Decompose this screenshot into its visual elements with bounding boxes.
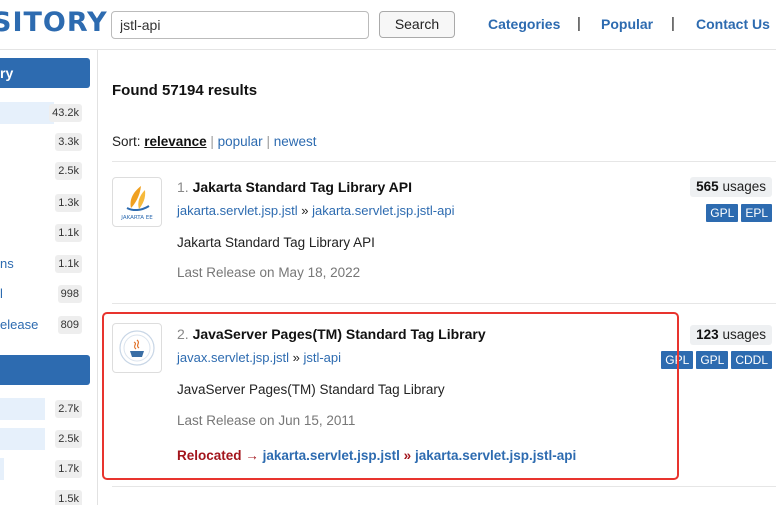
result-last-release: Last Release on Jun 15, 2011	[177, 413, 356, 428]
group-id-link[interactable]: jakarta.servlet.jsp.jstl	[177, 203, 298, 218]
sidebar-item[interactable]: elease 809	[0, 314, 90, 336]
results-count-heading: Found 57194 results	[112, 82, 258, 99]
license-badge[interactable]: GPL	[661, 351, 694, 369]
nav-contact-us[interactable]: Contact Us	[696, 16, 770, 32]
sidebar-item-bar	[0, 102, 54, 124]
nav-popular[interactable]: Popular	[601, 16, 653, 32]
sidebar-item-count: 2.5k	[55, 430, 82, 448]
result-item: JAKARTA EE 1. Jakarta Standard Tag Libra…	[112, 161, 776, 303]
license-badge[interactable]: EPL	[741, 204, 772, 222]
relocated-artifact-link[interactable]: jakarta.servlet.jsp.jstl-api	[415, 448, 576, 463]
logo-text: JAKARTA EE	[120, 215, 153, 221]
relocated-group-link[interactable]: jakarta.servlet.jsp.jstl	[263, 448, 400, 463]
relocated-notice: Relocated → jakarta.servlet.jsp.jstl » j…	[177, 448, 576, 463]
sidebar-item[interactable]: 2.5k	[0, 428, 90, 450]
sidebar-item-count: 2.5k	[55, 162, 82, 180]
sidebar-item-label: l	[0, 286, 3, 301]
divider	[112, 486, 776, 487]
sort-separator: |	[266, 134, 270, 149]
sort-options: Sort: relevance | popular | newest	[112, 134, 317, 149]
nav-separator: |	[577, 15, 581, 32]
sidebar-item-count: 1.7k	[55, 460, 82, 478]
relocated-label: Relocated	[177, 448, 242, 463]
sidebar-item[interactable]: 2.5k	[0, 160, 90, 182]
sidebar-item[interactable]: 3.3k	[0, 131, 90, 153]
license-badge[interactable]: GPL	[706, 204, 739, 222]
sort-relevance[interactable]: relevance	[144, 134, 206, 149]
sidebar-item-count: 2.7k	[55, 400, 82, 418]
result-coordinates: jakarta.servlet.jsp.jstl » jakarta.servl…	[177, 203, 454, 218]
usages-word: usages	[722, 327, 766, 342]
sidebar-item-count: 1.3k	[55, 194, 82, 212]
search-button[interactable]: Search	[379, 11, 455, 38]
sidebar: ry 43.2k 3.3k 2.5k 1.3k 1.1k ns 1.1k l 9…	[0, 50, 98, 505]
java-community-logo-icon[interactable]	[112, 323, 162, 373]
license-badge[interactable]: CDDL	[731, 351, 772, 369]
license-badge[interactable]: GPL	[696, 351, 729, 369]
relocated-separator: »	[403, 448, 412, 463]
sidebar-item-bar	[0, 398, 45, 420]
usages-badge[interactable]: 123 usages	[690, 325, 772, 345]
license-list: GPL GPL CDDL	[661, 351, 772, 369]
result-last-release: Last Release on May 18, 2022	[177, 265, 361, 280]
license-list: GPL EPL	[706, 204, 772, 222]
result-item: 2. JavaServer Pages(TM) Standard Tag Lib…	[112, 303, 776, 483]
result-title[interactable]: 1. Jakarta Standard Tag Library API	[177, 179, 412, 195]
usages-word: usages	[722, 179, 766, 194]
sidebar-item[interactable]: 43.2k	[0, 102, 90, 124]
sidebar-item-count: 1.1k	[55, 255, 82, 273]
nav-separator: |	[671, 15, 675, 32]
sidebar-item-bar	[0, 458, 4, 480]
site-logo[interactable]: SITORY	[0, 7, 108, 38]
sidebar-item[interactable]: 2.7k	[0, 398, 90, 420]
nav-categories[interactable]: Categories	[488, 16, 560, 32]
sidebar-section-header[interactable]: ry	[0, 58, 90, 88]
search-input[interactable]	[111, 11, 369, 39]
sort-newest[interactable]: newest	[274, 134, 317, 149]
result-number: 2.	[177, 326, 189, 342]
usages-badge[interactable]: 565 usages	[690, 177, 772, 197]
sidebar-item-count: 43.2k	[49, 104, 82, 122]
sidebar-item-count: 998	[57, 285, 82, 303]
sidebar-item[interactable]: l 998	[0, 283, 90, 305]
sort-label: Sort:	[112, 134, 141, 149]
result-title-text[interactable]: Jakarta Standard Tag Library API	[193, 179, 412, 195]
sidebar-item-count: 1.1k	[55, 224, 82, 242]
jakarta-ee-logo-icon[interactable]: JAKARTA EE	[112, 177, 162, 227]
result-title-text[interactable]: JavaServer Pages(TM) Standard Tag Librar…	[193, 326, 486, 342]
sidebar-item-count: 809	[57, 316, 82, 334]
result-number: 1.	[177, 179, 189, 195]
usages-count: 123	[696, 327, 719, 342]
coord-separator: »	[301, 203, 309, 218]
sidebar-item-label: elease	[0, 317, 39, 332]
sidebar-item[interactable]: ns 1.1k	[0, 253, 90, 275]
artifact-id-link[interactable]: jakarta.servlet.jsp.jstl-api	[312, 203, 454, 218]
sidebar-item-count: 1.5k	[55, 490, 82, 505]
sort-popular[interactable]: popular	[218, 134, 263, 149]
sidebar-item-bar	[0, 428, 45, 450]
result-description: Jakarta Standard Tag Library API	[177, 235, 375, 250]
group-id-link[interactable]: javax.servlet.jsp.jstl	[177, 350, 289, 365]
sort-separator: |	[210, 134, 214, 149]
sidebar-section-header[interactable]	[0, 355, 90, 385]
sidebar-item[interactable]: 1.7k	[0, 458, 90, 480]
arrow-right-icon: →	[245, 448, 259, 463]
sidebar-item[interactable]: 1.3k	[0, 192, 90, 214]
sidebar-item[interactable]: 1.1k	[0, 222, 90, 244]
usages-count: 565	[696, 179, 719, 194]
coord-separator: »	[292, 350, 300, 365]
site-header: SITORY Search Categories | Popular | Con…	[0, 0, 776, 50]
sidebar-item-count: 3.3k	[55, 133, 82, 151]
sidebar-item[interactable]: 1.5k	[0, 488, 90, 505]
artifact-id-link[interactable]: jstl-api	[303, 350, 341, 365]
result-title[interactable]: 2. JavaServer Pages(TM) Standard Tag Lib…	[177, 326, 486, 342]
sidebar-item-label: ns	[0, 256, 14, 271]
result-coordinates: javax.servlet.jsp.jstl » jstl-api	[177, 350, 341, 365]
result-description: JavaServer Pages(TM) Standard Tag Librar…	[177, 382, 445, 397]
